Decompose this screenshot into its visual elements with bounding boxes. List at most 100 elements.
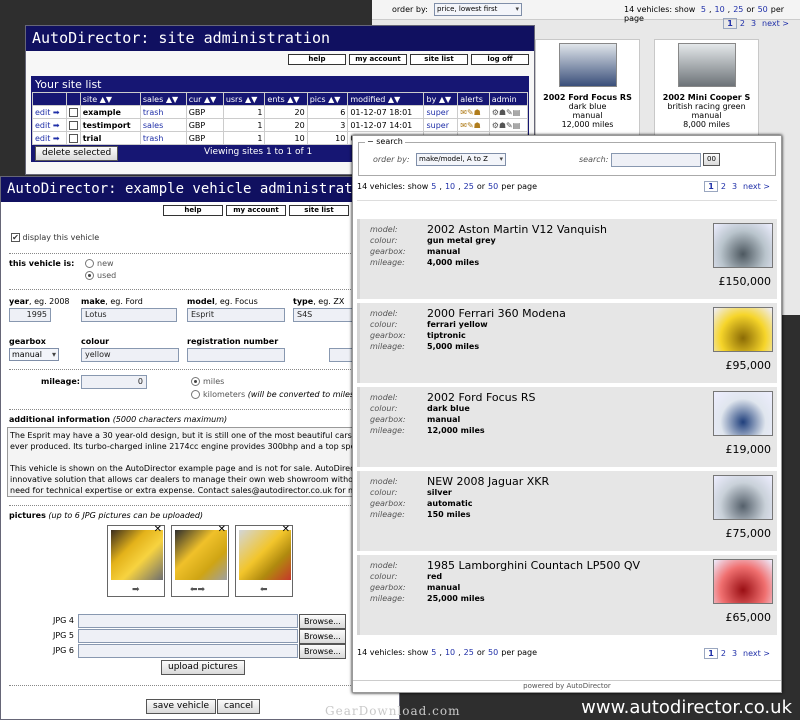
show-50-link[interactable]: 50 — [758, 5, 768, 14]
car-thumbnail[interactable] — [713, 475, 773, 520]
page-2[interactable]: 2 — [721, 182, 726, 191]
delete-selected-button[interactable]: delete selected — [35, 146, 119, 161]
by-link[interactable]: super — [423, 105, 459, 119]
alert-icons[interactable]: ✉✎☗ — [457, 118, 490, 132]
col-ents[interactable]: ents ▲▼ — [264, 92, 308, 106]
car-title[interactable]: 1985 Lamborghini Countach LP500 QV — [427, 559, 640, 572]
show-5-link[interactable]: 5 — [431, 648, 436, 657]
close-icon[interactable]: ✕ — [218, 524, 226, 535]
site-name[interactable]: example — [79, 105, 141, 119]
registration-field[interactable] — [187, 348, 285, 362]
my-account-button[interactable]: my account — [349, 54, 407, 65]
sales-link[interactable]: trash — [139, 131, 187, 145]
next-link[interactable]: next > — [743, 649, 770, 658]
page-3[interactable]: 3 — [732, 182, 737, 191]
miles-radio[interactable] — [191, 377, 200, 386]
row-checkbox[interactable] — [68, 133, 78, 143]
car-title[interactable]: 2000 Ferrari 360 Modena — [427, 307, 566, 320]
car-title[interactable]: 2002 Ford Focus RS — [427, 391, 536, 404]
new-radio[interactable] — [85, 259, 94, 268]
my-account-button[interactable]: my account — [226, 205, 286, 216]
car-title[interactable]: 2002 Aston Martin V12 Vanquish — [427, 223, 607, 236]
search-go-button[interactable]: 00 — [703, 153, 720, 166]
show-50-link[interactable]: 50 — [488, 182, 498, 191]
site-list-button[interactable]: site list — [289, 205, 349, 216]
picture-slot[interactable]: ✕ ⬅ — [235, 524, 293, 597]
jpg6-field[interactable] — [78, 644, 298, 658]
car-result[interactable]: model: colour: gearbox: mileage: 2002 Aston … — [357, 219, 777, 299]
car-result[interactable]: model: colour: gearbox: mileage: 2000 Ferrar… — [357, 303, 777, 383]
edit-link[interactable]: edit ➡ — [32, 105, 67, 119]
mileage-field[interactable]: 0 — [81, 375, 147, 389]
upload-pictures-button[interactable]: upload pictures — [161, 660, 245, 675]
col-site[interactable]: site ▲▼ — [79, 92, 141, 106]
colour-field[interactable]: yellow — [81, 348, 179, 362]
make-field[interactable]: Lotus — [81, 308, 177, 322]
show-25-link[interactable]: 25 — [733, 5, 743, 14]
show-25-link[interactable]: 25 — [464, 182, 474, 191]
row-checkbox[interactable] — [68, 107, 78, 117]
show-5-link[interactable]: 5 — [701, 5, 706, 14]
jpg4-field[interactable] — [78, 614, 298, 628]
jpg5-field[interactable] — [78, 629, 298, 643]
edit-link[interactable]: edit ➡ — [32, 118, 67, 132]
listing-card[interactable]: 2002 Ford Focus RS dark blue manual 12,0… — [535, 39, 640, 139]
display-vehicle-checkbox[interactable]: ✔ — [11, 233, 20, 242]
km-radio[interactable] — [191, 390, 200, 399]
gearbox-select[interactable]: manual — [9, 348, 59, 361]
model-field[interactable]: Esprit — [187, 308, 285, 322]
car-result[interactable]: model: colour: gearbox: mileage: NEW 2008 Ja… — [357, 471, 777, 551]
help-button[interactable]: help — [288, 54, 346, 65]
row-checkbox[interactable] — [68, 120, 78, 130]
show-5-link[interactable]: 5 — [431, 182, 436, 191]
show-25-link[interactable]: 25 — [464, 648, 474, 657]
col-pics[interactable]: pics ▲▼ — [306, 92, 349, 106]
arrows-icon[interactable]: ⬅➡ — [190, 585, 205, 595]
year-field[interactable]: 1995 — [9, 308, 51, 322]
next-link[interactable]: next > — [762, 19, 789, 28]
show-10-link[interactable]: 10 — [445, 648, 455, 657]
arrow-right-icon[interactable]: ➡ — [132, 585, 140, 595]
car-thumbnail[interactable] — [713, 391, 773, 436]
search-input[interactable] — [611, 153, 701, 167]
by-link[interactable]: super — [423, 118, 459, 132]
car-thumbnail[interactable] — [713, 223, 773, 268]
cancel-button[interactable]: cancel — [217, 699, 261, 714]
orderby-select[interactable]: make/model, A to Z — [416, 153, 506, 166]
close-icon[interactable]: ✕ — [282, 524, 290, 535]
km-option[interactable]: kilometers (will be converted to miles) — [191, 390, 357, 399]
show-50-link[interactable]: 50 — [488, 648, 498, 657]
admin-icons[interactable]: ⚙☗✎▤ — [488, 105, 529, 119]
close-icon[interactable]: ✕ — [154, 524, 162, 535]
car-result[interactable]: model: colour: gearbox: mileage: 2002 Ford F… — [357, 387, 777, 467]
page-1[interactable]: 1 — [704, 181, 718, 192]
new-option[interactable]: new — [85, 259, 114, 268]
col-sales[interactable]: sales ▲▼ — [139, 92, 187, 106]
page-1[interactable]: 1 — [723, 18, 737, 29]
col-cur[interactable]: cur ▲▼ — [185, 92, 224, 106]
admin-icons[interactable]: ⚙☗✎▤ — [488, 118, 529, 132]
miles-option[interactable]: miles — [191, 377, 224, 386]
info-textarea[interactable]: The Esprit may have a 30 year-old design… — [7, 427, 397, 497]
site-list-button[interactable]: site list — [410, 54, 468, 65]
car-thumbnail[interactable] — [713, 559, 773, 604]
page-3[interactable]: 3 — [732, 649, 737, 658]
col-by[interactable]: by ▲▼ — [423, 92, 459, 106]
used-radio[interactable] — [85, 271, 94, 280]
site-name[interactable]: trial — [79, 131, 141, 145]
car-thumbnail[interactable] — [713, 307, 773, 352]
picture-slot[interactable]: ✕ ⬅➡ — [171, 524, 229, 597]
sales-link[interactable]: sales — [139, 118, 187, 132]
edit-link[interactable]: edit ➡ — [32, 131, 67, 145]
picture-slot[interactable]: ✕ ➡ — [107, 524, 165, 597]
alert-icons[interactable]: ✉✎☗ — [457, 105, 490, 119]
help-button[interactable]: help — [163, 205, 223, 216]
listing-card[interactable]: 2002 Mini Cooper S british racing green … — [654, 39, 759, 139]
page-3[interactable]: 3 — [751, 19, 756, 28]
arrow-left-icon[interactable]: ⬅ — [260, 585, 268, 595]
browse-button[interactable]: Browse... — [299, 614, 346, 629]
site-name[interactable]: testimport — [79, 118, 141, 132]
next-link[interactable]: next > — [743, 182, 770, 191]
orderby-select[interactable]: price, lowest first — [434, 3, 522, 16]
car-result[interactable]: model: colour: gearbox: mileage: 1985 Lambor… — [357, 555, 777, 635]
